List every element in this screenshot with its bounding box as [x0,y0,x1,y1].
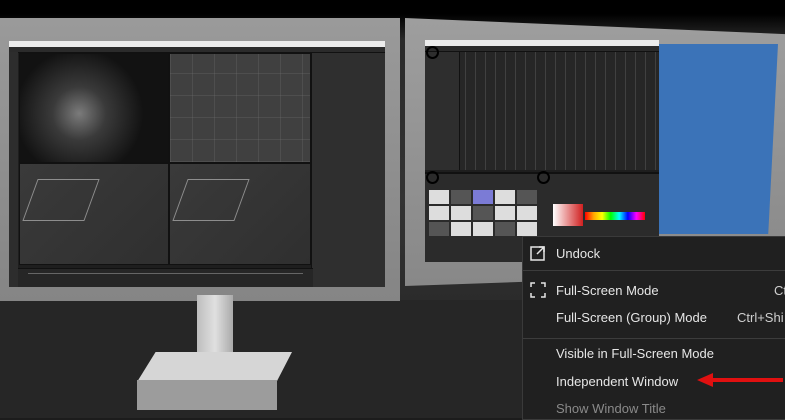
material-grid [429,190,539,236]
blue-desktop-window [656,44,778,234]
timeline[interactable] [18,268,313,287]
annotation-circle [426,171,439,184]
viewport-render[interactable] [19,53,169,163]
material-swatch[interactable] [517,190,537,204]
viewport-top[interactable] [169,53,311,163]
menu-item-shortcut: Ctrl+Shi [737,309,784,325]
viewport-front[interactable] [169,163,311,265]
viewport-perspective[interactable] [19,163,169,265]
material-swatch[interactable] [451,190,471,204]
monitor-stand-base-front [137,380,277,410]
left-monitor-screen [9,41,385,287]
material-swatch[interactable] [451,206,471,220]
material-swatch[interactable] [451,222,471,236]
material-swatch[interactable] [473,190,493,204]
menu-separator [523,338,785,339]
annotation-circle [537,171,550,184]
undock-icon [530,246,545,261]
menu-item-label: Show Window Title [556,400,666,416]
dope-sheet[interactable] [425,52,659,170]
menu-item-label: Visible in Full-Screen Mode [556,345,714,361]
material-swatch[interactable] [429,206,449,220]
annotation-arrow-icon [697,373,783,387]
material-swatch[interactable] [495,206,515,220]
material-swatch[interactable] [517,206,537,220]
material-swatch[interactable] [473,206,493,220]
right-monitor-screen [425,40,659,262]
annotation-circle [426,46,439,59]
menu-item-fullscreen-group-mode[interactable]: Full-Screen (Group) Mode Ctrl+Shi [523,305,785,329]
color-picker-square[interactable] [553,204,583,226]
menu-item-label: Independent Window [556,373,679,389]
menu-item-undock[interactable]: Undock [523,241,785,265]
material-swatch[interactable] [429,190,449,204]
menu-item-visible-in-fullscreen[interactable]: Visible in Full-Screen Mode [523,341,785,365]
window-context-menu: Undock Full-Screen Mode Ct Full-Screen (… [522,236,785,420]
dope-sheet-tracks[interactable] [425,52,460,170]
material-swatch[interactable] [495,190,515,204]
menu-item-fullscreen-mode[interactable]: Full-Screen Mode Ct [523,278,785,302]
menu-item-label: Undock [556,245,601,261]
material-swatch[interactable] [429,222,449,236]
material-swatch[interactable] [495,222,515,236]
menu-separator [523,270,785,271]
menu-item-show-window-title[interactable]: Show Window Title [523,396,785,420]
fullscreen-icon [530,282,546,298]
menu-item-label: Full-Screen (Group) Mode [556,309,707,325]
menu-item-shortcut: Ct [774,282,785,298]
material-swatch[interactable] [473,222,493,236]
left-app-toolbar [9,52,18,287]
attributes-panel[interactable] [311,53,385,287]
color-picker-hue-bar[interactable] [585,212,645,220]
monitor-stand-base [137,352,292,382]
material-swatch[interactable] [517,222,537,236]
menu-item-label: Full-Screen Mode [556,282,659,298]
